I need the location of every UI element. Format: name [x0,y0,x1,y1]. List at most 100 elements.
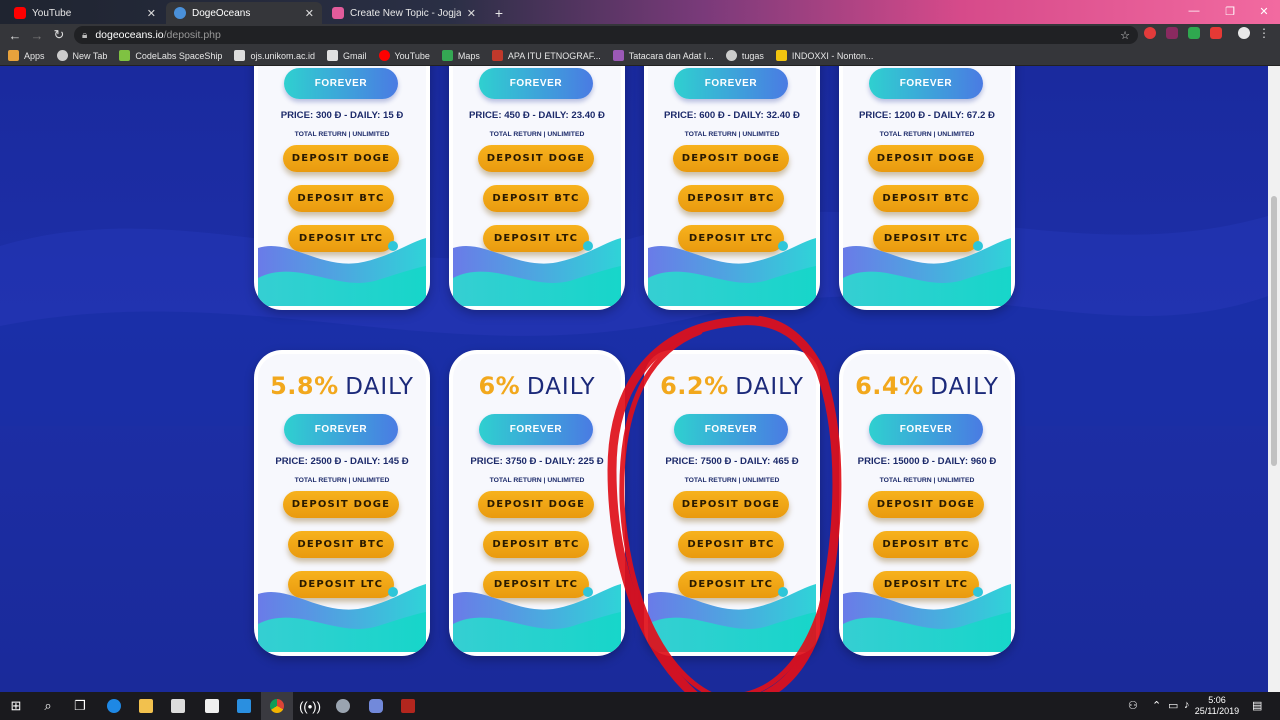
extension-icon[interactable] [1188,27,1200,39]
deposit-doge-button[interactable]: DEPOSIT DOGE [673,145,789,172]
close-icon[interactable]: ✕ [305,7,314,20]
address-bar[interactable]: 🔒︎ dogeoceans.io/deposit.php ☆ [74,26,1138,44]
deposit-doge-button[interactable]: DEPOSIT DOGE [283,145,399,172]
bookmark-new-tab[interactable]: New Tab [56,50,107,61]
bookmark-label: INDOXXI - Nonton... [791,50,874,61]
plan-daily-label: DAILY [735,374,804,400]
deposit-btc-button[interactable]: DEPOSIT BTC [288,185,394,212]
forever-button[interactable]: FOREVER [284,414,398,445]
tab-create-topic[interactable]: Create New Topic - Jogjagamers ✕ [324,2,484,24]
close-window-button[interactable]: ✕ [1246,0,1280,22]
maximize-button[interactable]: ❐ [1212,0,1248,22]
deposit-btc-button[interactable]: DEPOSIT BTC [873,531,979,558]
system-clock[interactable]: 5:06 25/11/2019 [1192,695,1242,717]
forever-button[interactable]: FOREVER [674,68,788,99]
deposit-btc-button[interactable]: DEPOSIT BTC [873,185,979,212]
bookmark-indoxxi[interactable]: INDOXXI - Nonton... [775,50,874,61]
people-icon[interactable]: ⚇ [1128,699,1138,712]
bookmark-label: CodeLabs SpaceShip [135,50,223,61]
scrollbar-thumb[interactable] [1271,196,1277,466]
plan-price: PRICE: 7500 Đ - DAILY: 465 Đ [665,456,799,467]
deposit-btc-button[interactable]: DEPOSIT BTC [288,531,394,558]
wave-graphic [843,584,1011,652]
deposit-doge-button[interactable]: DEPOSIT DOGE [868,145,984,172]
deposit-doge-button[interactable]: DEPOSIT DOGE [478,145,594,172]
steam-icon[interactable] [327,692,359,720]
edge-icon[interactable] [98,692,130,720]
plan-rate-heading: 5.8% DAILY [254,372,430,401]
maps-icon [441,50,453,61]
back-icon[interactable]: ← [6,26,24,44]
plan-total-return: TOTAL RETURN | UNLIMITED [489,131,585,138]
star-icon[interactable]: ☆ [1120,29,1130,42]
forever-button[interactable]: FOREVER [674,414,788,445]
plan-card: 5.4% DAILYFOREVERPRICE: 600 Đ - DAILY: 3… [644,66,820,310]
deposit-doge-button[interactable]: DEPOSIT DOGE [673,491,789,518]
bookmark-label: Gmail [342,50,367,61]
close-icon[interactable]: ✕ [467,7,476,20]
plan-price: PRICE: 600 Đ - DAILY: 32.40 Đ [664,110,800,121]
plan-price: PRICE: 300 Đ - DAILY: 15 Đ [280,110,404,121]
instagram-icon[interactable] [228,692,260,720]
page-scrollbar[interactable] [1268,66,1280,692]
tab-dogeoceans[interactable]: DogeOceans ✕ [166,2,322,24]
forever-button[interactable]: FOREVER [479,414,593,445]
minimize-button[interactable]: — [1176,0,1212,22]
plan-total-return: TOTAL RETURN | UNLIMITED [684,477,780,484]
profile-icon[interactable] [1238,27,1250,39]
deposit-doge-button[interactable]: DEPOSIT DOGE [478,491,594,518]
bookmark-etnografi[interactable]: APA ITU ETNOGRAF... [491,50,601,61]
network-icon[interactable]: ▭ [1168,699,1178,712]
bookmark-gmail[interactable]: Gmail [326,50,367,61]
tab-youtube[interactable]: YouTube ✕ [6,2,164,24]
forever-button[interactable]: FOREVER [869,414,983,445]
extension-icon[interactable] [1210,27,1222,39]
deposit-btc-button[interactable]: DEPOSIT BTC [483,531,589,558]
chrome-icon[interactable] [261,692,293,720]
deposit-btc-button[interactable]: DEPOSIT BTC [678,531,784,558]
bookmark-tugas[interactable]: tugas [725,50,764,61]
gmail-icon [326,50,338,61]
file-explorer-icon[interactable] [130,692,162,720]
plan-card: 5.6% DAILYFOREVERPRICE: 1200 Đ - DAILY: … [839,66,1015,310]
bookmark-ojs[interactable]: ojs.unikom.ac.id [234,50,315,61]
forever-button[interactable]: FOREVER [284,68,398,99]
search-icon[interactable]: ⌕ [32,692,64,720]
ojs-icon [234,50,246,61]
deposit-doge-button[interactable]: DEPOSIT DOGE [868,491,984,518]
discord-icon[interactable] [360,692,392,720]
forever-button[interactable]: FOREVER [869,68,983,99]
menu-icon[interactable]: ⋮ [1258,26,1270,40]
reload-icon[interactable]: ↻ [50,26,68,44]
extension-icon[interactable] [1144,27,1156,39]
store-icon[interactable] [162,692,194,720]
wave-graphic [648,584,816,652]
start-icon[interactable]: ⊞ [0,692,32,720]
plan-card: 6.4% DAILY FOREVER PRICE: 15000 Đ - DAILY:… [839,350,1015,656]
deposit-btc-button[interactable]: DEPOSIT BTC [483,185,589,212]
plan-total-return: TOTAL RETURN | UNLIMITED [294,131,390,138]
mail-icon[interactable] [196,692,228,720]
bookmark-apps[interactable]: Apps [8,50,45,61]
bookmark-tatacara[interactable]: Tatacara dan Adat I... [612,50,714,61]
deposit-btc-button[interactable]: DEPOSIT BTC [678,185,784,212]
wireless-icon[interactable]: ((•)) [294,692,326,720]
dota-icon[interactable] [392,692,424,720]
bookmark-youtube[interactable]: YouTube [378,50,430,61]
chevron-up-icon[interactable]: ⌃ [1152,699,1161,712]
volume-icon[interactable]: ♪ [1184,699,1190,711]
deposit-doge-button[interactable]: DEPOSIT DOGE [283,491,399,518]
forever-button[interactable]: FOREVER [479,68,593,99]
forward-icon[interactable]: → [28,26,46,44]
task-view-icon[interactable]: ❐ [64,692,96,720]
notification-icon[interactable]: ▤ [1252,699,1262,712]
close-icon[interactable]: ✕ [147,7,156,20]
new-tab-button[interactable]: + [488,2,510,24]
youtube-icon [14,7,26,19]
bookmark-codelabs[interactable]: CodeLabs SpaceShip [119,50,222,61]
bookmark-maps[interactable]: Maps [441,50,480,61]
extension-icon[interactable] [1166,27,1178,39]
article-icon [612,50,624,61]
page-viewport: 5% DAILYFOREVERPRICE: 300 Đ - DAILY: 15 … [0,66,1268,692]
bookmark-label: Maps [457,50,480,61]
